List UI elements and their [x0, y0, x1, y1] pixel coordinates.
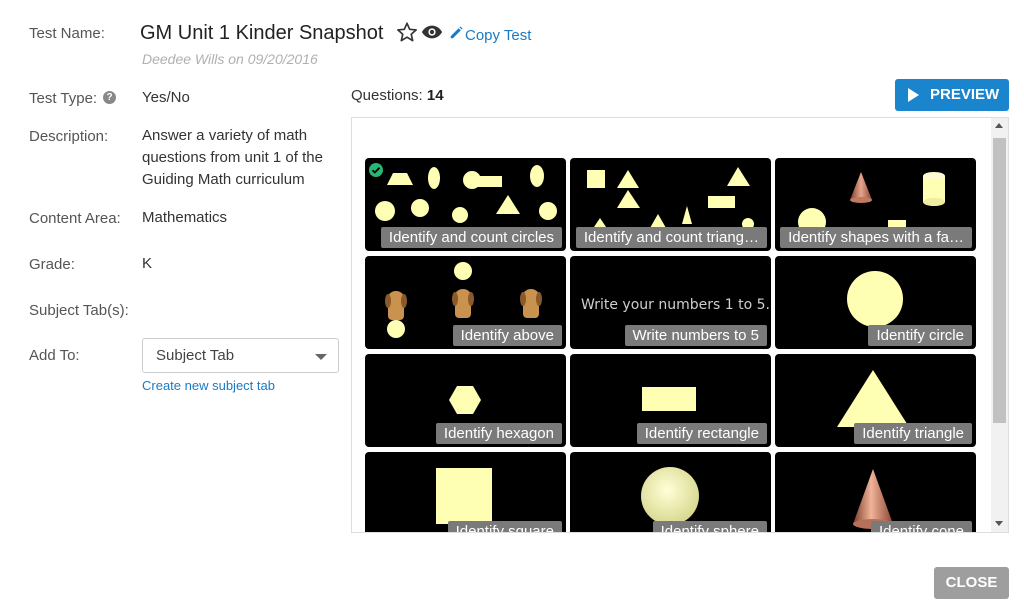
test-title: GM Unit 1 Kinder Snapshot — [140, 22, 384, 44]
question-tile[interactable]: Identify hexagon — [365, 354, 566, 447]
pencil-icon[interactable] — [449, 26, 463, 40]
question-tile[interactable]: Identify triangle — [775, 354, 976, 447]
questions-count: Questions: 14 — [351, 87, 444, 104]
close-button[interactable]: CLOSE — [934, 567, 1009, 599]
help-icon[interactable]: ? — [103, 91, 116, 104]
scroll-up-icon[interactable] — [995, 123, 1003, 128]
questions-number: 14 — [426, 87, 444, 104]
question-tile[interactable]: Identify cone — [775, 452, 976, 532]
author-line: Deedee Wills on 09/20/2016 — [142, 51, 318, 67]
subject-tab-select[interactable]: Subject Tab — [142, 338, 339, 373]
question-tile[interactable]: Identify square — [365, 452, 566, 532]
check-circle-icon — [369, 163, 383, 177]
question-caption: Identify triangle — [854, 423, 972, 444]
question-caption: Identify hexagon — [435, 423, 562, 444]
gallery-scrollbar[interactable] — [991, 118, 1008, 532]
scroll-down-icon[interactable] — [995, 521, 1003, 526]
description-line: questions from unit 1 of the — [142, 149, 323, 166]
questions-label: Questions: — [351, 87, 423, 104]
question-tile[interactable]: Write your numbers 1 to 5. Write numbers… — [570, 256, 771, 349]
question-tile[interactable]: Identify rectangle — [570, 354, 771, 447]
preview-button-label: PREVIEW — [930, 86, 1000, 103]
thumbnail-text: Write your numbers 1 to 5. — [581, 297, 770, 313]
question-caption: Identify cone — [870, 521, 972, 532]
test-type-value: Yes/No — [142, 89, 190, 106]
copy-test-link[interactable]: Copy Test — [465, 27, 531, 44]
description-label: Description: — [29, 128, 109, 145]
description-value: Answer a variety of math questions from … — [142, 125, 323, 191]
preview-button[interactable]: PREVIEW — [895, 79, 1009, 111]
question-tile[interactable]: Identify and count triang… — [570, 158, 771, 251]
create-subject-tab-link[interactable]: Create new subject tab — [142, 378, 275, 393]
eye-icon[interactable] — [421, 24, 443, 40]
test-name-label: Test Name: — [29, 25, 105, 42]
question-caption: Identify circle — [868, 325, 972, 346]
play-icon — [908, 88, 919, 102]
scrollbar-thumb[interactable] — [993, 138, 1006, 423]
question-tile[interactable]: Identify above — [365, 256, 566, 349]
chevron-down-icon — [315, 354, 327, 360]
question-caption: Identify shapes with a fa… — [780, 227, 972, 248]
content-area-label: Content Area: — [29, 210, 121, 227]
test-type-label: Test Type: — [29, 90, 98, 107]
description-line: Answer a variety of math — [142, 127, 308, 144]
question-caption: Identify and count circles — [380, 227, 562, 248]
question-tile[interactable]: Identify circle — [775, 256, 976, 349]
question-tile[interactable]: Identify shapes with a fa… — [775, 158, 976, 251]
question-tile[interactable]: Identify sphere — [570, 452, 771, 532]
content-area-value: Mathematics — [142, 209, 228, 226]
question-caption: Identify above — [452, 325, 562, 346]
subject-tabs-label: Subject Tab(s): — [29, 302, 129, 319]
question-caption: Identify square — [447, 521, 562, 532]
question-caption: Identify and count triang… — [575, 227, 767, 248]
subject-tab-select-value: Subject Tab — [156, 347, 235, 364]
add-to-label: Add To: — [29, 347, 80, 364]
question-gallery[interactable]: Identify and count circles Identify and … — [351, 117, 1009, 533]
question-caption: Identify rectangle — [636, 423, 767, 444]
question-tile[interactable]: Identify and count circles — [365, 158, 566, 251]
grade-label: Grade: — [29, 256, 75, 273]
question-caption: Identify sphere — [652, 521, 767, 532]
star-icon[interactable] — [396, 21, 418, 43]
question-caption: Write numbers to 5 — [624, 325, 767, 346]
grade-value: K — [142, 255, 153, 272]
description-line: Guiding Math curriculum — [142, 171, 305, 188]
